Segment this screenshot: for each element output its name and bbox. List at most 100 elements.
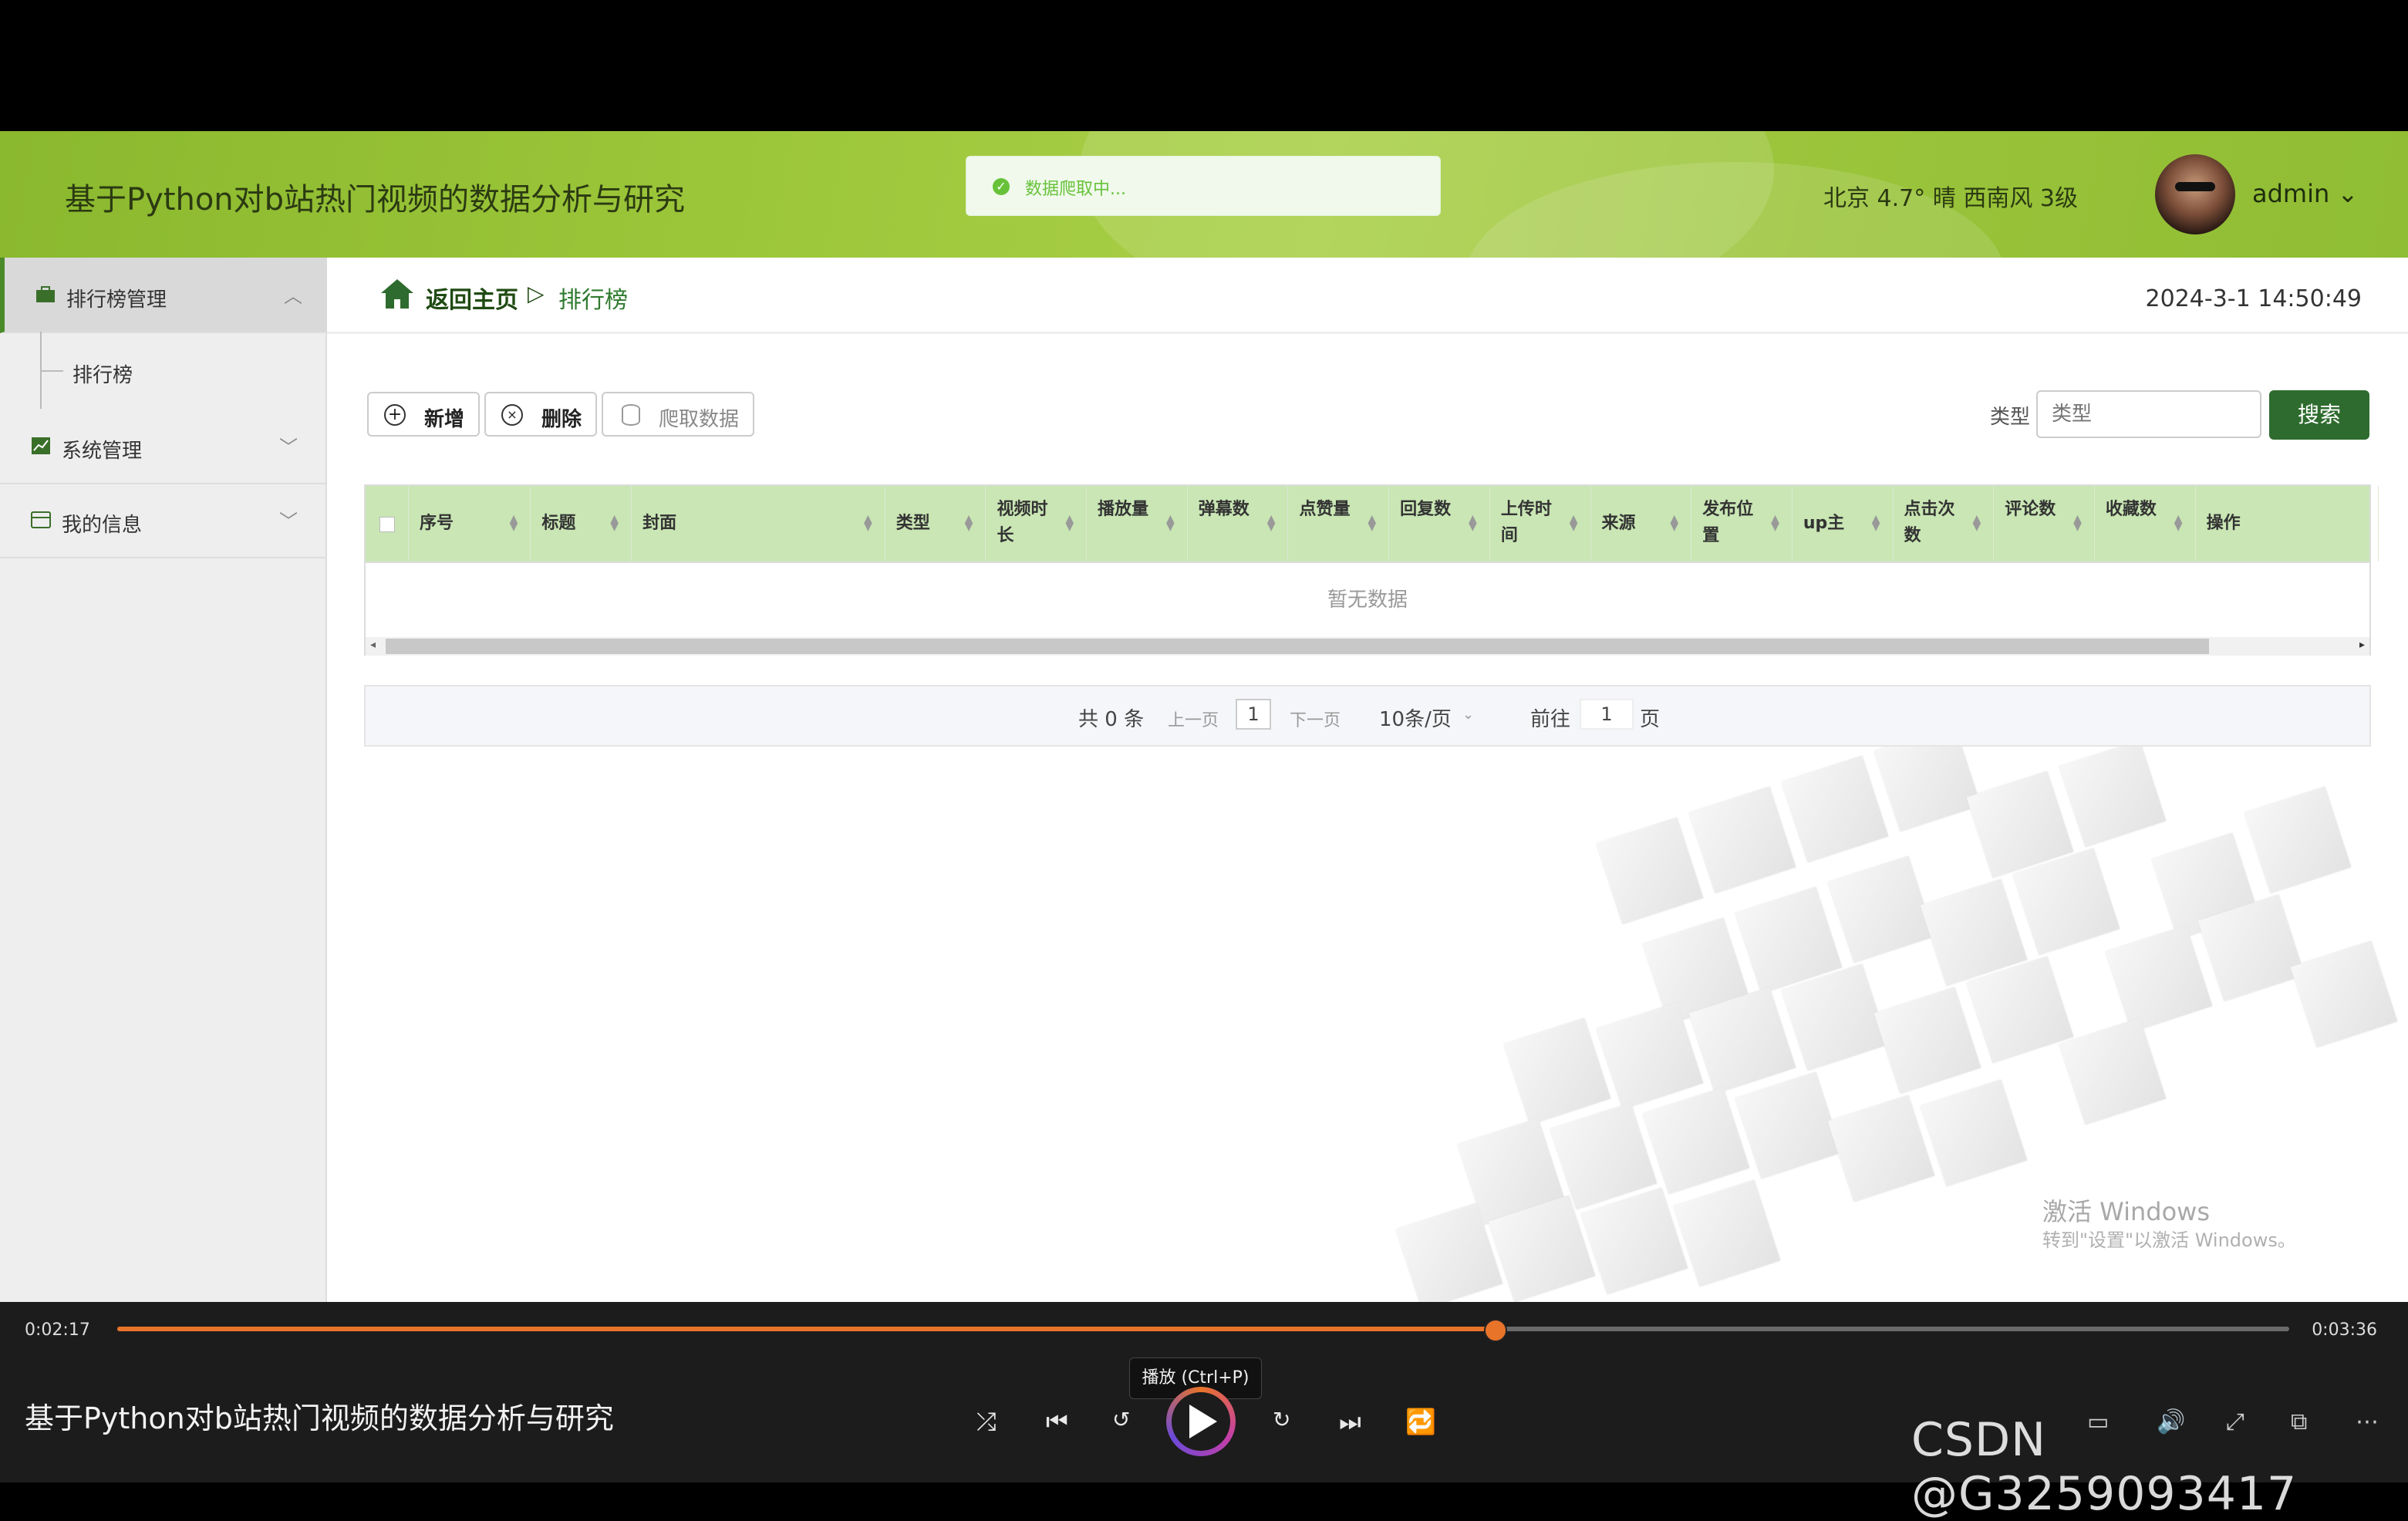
chevron-down-icon: ﹀ <box>279 437 298 458</box>
page-unit-label: 页 <box>1640 708 1661 731</box>
column-header-label: 收藏数 <box>2105 500 2157 519</box>
background-cube <box>1642 1087 1750 1195</box>
column-header[interactable]: 点击次数 ▲ ▼ <box>1894 486 1995 562</box>
background-cube <box>1688 786 1796 894</box>
column-header-label: 回复数 <box>1400 500 1452 519</box>
card-icon <box>31 511 51 528</box>
search-button[interactable]: 搜索 <box>2269 390 2369 440</box>
background-cube <box>1873 986 1981 1094</box>
column-header[interactable]: 回复数 ▲ ▼ <box>1389 486 1490 562</box>
background-cube <box>1580 1187 1688 1295</box>
column-header[interactable]: 评论数 ▲ ▼ <box>1994 486 2095 562</box>
success-check-icon: ✓ <box>993 178 1010 195</box>
breadcrumb-home-link[interactable]: 返回主页 <box>426 281 518 315</box>
column-header[interactable]: up主 ▲ ▼ <box>1793 486 1894 562</box>
column-header-label: 弹幕数 <box>1198 500 1250 519</box>
scroll-left-arrow-icon[interactable]: ◂ <box>370 639 376 651</box>
horizontal-scrollbar[interactable]: ◂ ▸ <box>366 637 2369 656</box>
column-header-label: 标题 <box>541 514 576 533</box>
sort-caret-icon[interactable]: ▲ ▼ <box>1065 514 1074 532</box>
crawl-data-button[interactable]: 爬取数据 <box>602 392 754 437</box>
background-cube <box>1827 1094 1935 1202</box>
sidebar-item-my-info[interactable]: 我的信息 ﹀ <box>0 483 325 558</box>
play-icon <box>1189 1405 1217 1438</box>
column-header[interactable]: 收藏数 ▲ ▼ <box>2095 486 2196 562</box>
sidebar-item-label: 排行榜 <box>73 364 133 387</box>
type-filter-input[interactable] <box>2036 390 2261 438</box>
scroll-right-arrow-icon[interactable]: ▸ <box>2359 639 2365 651</box>
sort-caret-icon[interactable]: ▲ ▼ <box>1368 514 1376 532</box>
sort-caret-icon[interactable]: ▲ ▼ <box>1469 514 1477 532</box>
shuffle-icon[interactable]: ⤮ <box>976 1407 997 1437</box>
sort-caret-icon[interactable]: ▲ ▼ <box>2073 514 2082 532</box>
column-header[interactable]: 发布位置 ▲ ▼ <box>1691 486 1793 562</box>
goto-page-input[interactable]: 1 <box>1580 699 1634 730</box>
prev-page-button[interactable]: 上一页 <box>1168 707 1219 731</box>
sort-caret-icon[interactable]: ▲ ▼ <box>1872 514 1880 532</box>
sidebar-item-system-management[interactable]: 系统管理 ﹀ <box>0 409 325 484</box>
background-cube <box>2059 740 2167 848</box>
background-cube <box>1673 1179 1781 1287</box>
sort-caret-icon[interactable]: ▲ ▼ <box>510 514 518 532</box>
avatar[interactable] <box>2155 154 2235 234</box>
column-header[interactable]: 封面 ▲ ▼ <box>632 486 885 562</box>
column-header-label: 点赞量 <box>1299 500 1351 519</box>
next-track-icon[interactable]: ⏭ <box>1339 1407 1361 1437</box>
sort-caret-icon[interactable]: ▲ ▼ <box>2174 514 2183 532</box>
select-all-checkbox[interactable] <box>379 517 395 532</box>
background-cube <box>1827 855 1935 963</box>
database-icon <box>622 404 640 426</box>
sort-caret-icon[interactable]: ▲ ▼ <box>610 514 619 532</box>
sort-caret-icon[interactable]: ▲ ▼ <box>864 514 872 532</box>
sort-caret-icon[interactable]: ▲ ▼ <box>1570 514 1578 532</box>
column-header[interactable]: 来源 ▲ ▼ <box>1591 486 1692 562</box>
current-datetime: 2024-3-1 14:50:49 <box>2145 285 2362 312</box>
sort-caret-icon[interactable]: ▲ ▼ <box>1771 514 1779 532</box>
column-header[interactable]: 视频时长 ▲ ▼ <box>986 486 1088 562</box>
column-header[interactable]: 上传时间 ▲ ▼ <box>1490 486 1591 562</box>
progress-knob[interactable] <box>1484 1319 1508 1342</box>
column-header[interactable]: 弹幕数 ▲ ▼ <box>1188 486 1289 562</box>
add-button[interactable]: + 新增 <box>367 392 480 437</box>
column-header-label: 点击次数 <box>1904 500 1955 545</box>
column-header[interactable]: 点赞量 ▲ ▼ <box>1288 486 1390 562</box>
tree-line <box>40 370 63 372</box>
scrollbar-thumb[interactable] <box>386 639 2209 654</box>
sidebar-item-ranking[interactable]: 排行榜 <box>0 332 325 409</box>
page-size-select[interactable]: 10条/页 <box>1379 703 1452 732</box>
column-header[interactable]: 操作 <box>2196 486 2379 562</box>
current-time: 0:02:17 <box>25 1320 90 1340</box>
previous-track-icon[interactable]: ⏮ <box>1046 1407 1068 1437</box>
rewind-10-icon[interactable]: ↺ <box>1112 1407 1130 1432</box>
user-menu[interactable]: admin ⌄ <box>2252 179 2358 208</box>
sort-caret-icon[interactable]: ▲ ▼ <box>965 514 973 532</box>
background-cube <box>2244 786 2352 894</box>
sidebar: 排行榜管理 ︿ 排行榜 系统管理 ﹀ 我的信息 ﹀ <box>0 258 330 1302</box>
chevron-up-icon: ︿ <box>284 285 302 307</box>
forward-30-icon[interactable]: ↻ <box>1273 1407 1290 1432</box>
column-header-label: 上传时间 <box>1500 500 1552 545</box>
repeat-icon[interactable]: 🔁 <box>1405 1407 1436 1436</box>
page-number[interactable]: 1 <box>1236 699 1271 730</box>
sort-caret-icon[interactable]: ▲ ▼ <box>1267 514 1276 532</box>
column-header[interactable]: 播放量 ▲ ▼ <box>1087 486 1188 562</box>
column-header-label: 视频时长 <box>997 500 1048 545</box>
column-header[interactable]: 类型 ▲ ▼ <box>885 486 986 562</box>
chevron-down-icon[interactable]: ⌄ <box>1462 707 1474 723</box>
sidebar-item-ranking-management[interactable]: 排行榜管理 ︿ <box>0 258 330 333</box>
breadcrumb-separator: ▷ <box>528 281 545 306</box>
background-cube <box>1596 817 1704 925</box>
total-time: 0:03:36 <box>2312 1320 2377 1340</box>
home-icon[interactable] <box>379 278 415 310</box>
sort-caret-icon[interactable]: ▲ ▼ <box>1972 514 1981 532</box>
sort-caret-icon[interactable]: ▲ ▼ <box>1670 514 1678 532</box>
next-page-button[interactable]: 下一页 <box>1290 707 1341 731</box>
play-button[interactable] <box>1166 1387 1236 1456</box>
column-header[interactable]: 序号 ▲ ▼ <box>409 486 531 562</box>
column-header-label: 播放量 <box>1098 500 1149 519</box>
close-circle-icon: × <box>501 404 523 426</box>
column-header[interactable]: 标题 ▲ ▼ <box>531 486 632 562</box>
delete-button[interactable]: × 删除 <box>484 392 597 437</box>
sort-caret-icon[interactable]: ▲ ▼ <box>1166 514 1175 532</box>
app-header: 基于Python对b站热门视频的数据分析与研究 ✓ 数据爬取中... 北京 4.… <box>0 131 2408 258</box>
